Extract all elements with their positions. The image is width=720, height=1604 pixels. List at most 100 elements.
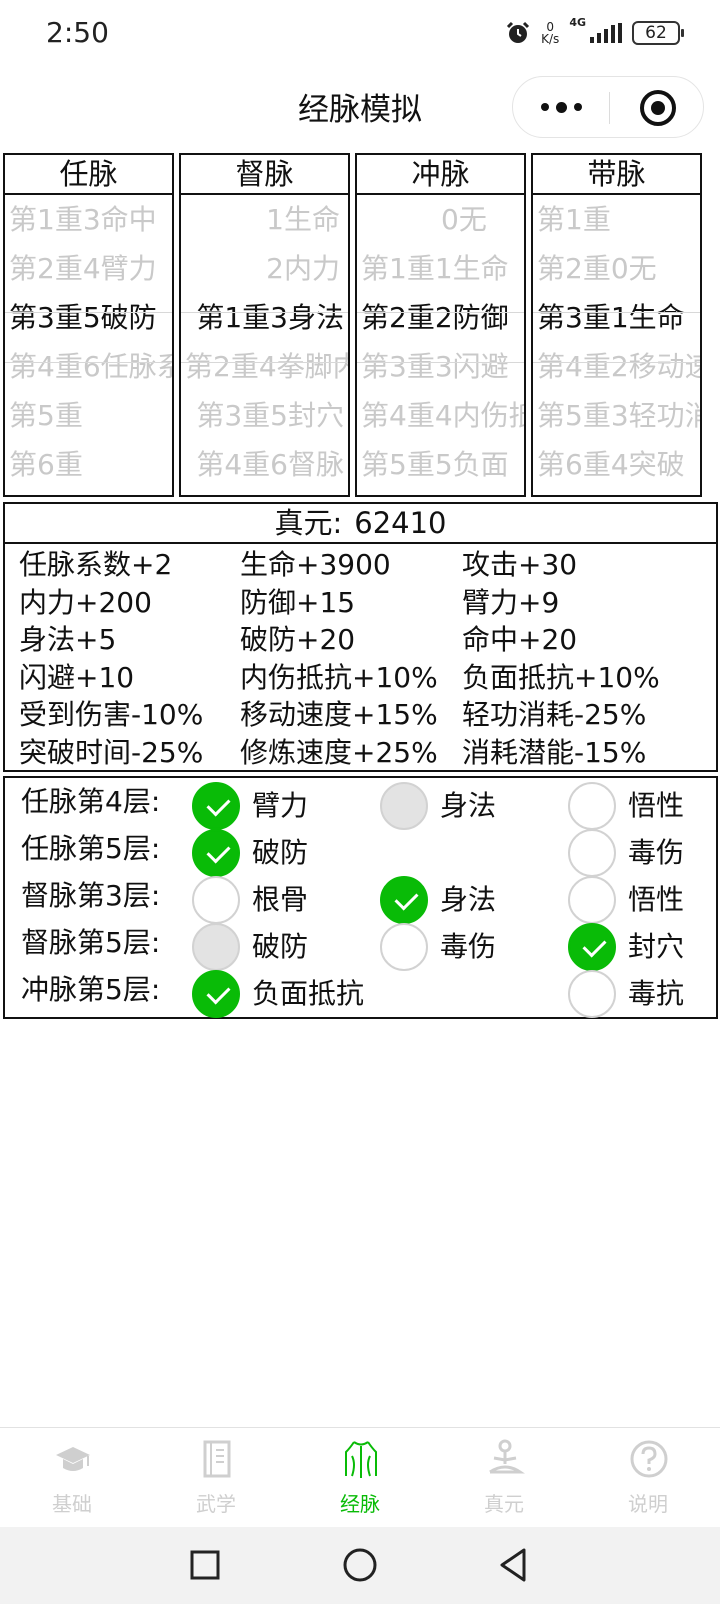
radio-circle-icon[interactable] [568,876,616,924]
checked-circle-icon[interactable] [192,970,240,1018]
radio-circle-icon[interactable] [192,876,240,924]
picker-option[interactable]: 第2重 0无 [533,244,700,293]
back-icon[interactable] [492,1543,536,1587]
checked-circle-icon[interactable] [568,923,616,971]
radio-circle-icon [380,782,428,830]
picker-attribute: 3轻功消耗 [610,399,700,432]
tab-1[interactable]: 基础 [0,1428,144,1528]
picker-level: 第2重 [9,252,83,285]
stat-item: 内伤抵抗+10% [240,660,438,694]
picker-wheel[interactable]: 第1重 3命中第2重 4臂力第3重 5破防第4重 6任脉系数第5重 第6重 [5,195,172,495]
picker-attribute: 0无 [610,252,657,285]
stat-item: 移动速度+15% [240,698,438,731]
stat-item: 消耗潜能-15% [462,735,647,769]
picker-option[interactable]: 第4重 6任脉系数 [5,342,172,391]
stat-item: 命中+20 [462,623,578,656]
picker-option[interactable]: 第1重 1生命 [357,244,524,293]
picker-attribute: 3命中 [82,203,157,236]
picker-option[interactable]: 第1重 [533,195,700,244]
picker-row-selected[interactable]: 第2重 2防御 [357,293,524,342]
picker-title: 冲脉 [357,155,524,195]
picker-row-selected[interactable]: 第3重 1生命 [533,293,700,342]
stat-item: 内力+200 [19,585,152,619]
radio-circle-icon[interactable] [568,970,616,1018]
meridian-picker-4[interactable]: 带脉第1重 第2重 0无第3重 1生命第4重 2移动速度第5重 3轻功消耗第6重… [531,153,702,497]
picker-wheel[interactable]: 1生命 2内力第1重 3身法第2重 4拳脚内伤第3重 5封穴第4重 6督脉 [181,195,348,495]
layer-option-row: 冲脉第5层: 负面抵抗 毒抗 [5,970,716,1018]
picker-wheel[interactable]: 0无第1重 1生命第2重 2防御第3重 3闪避第4重 4内伤抵抗第5重 5负面 [357,195,524,495]
picker-option[interactable]: 0无 [357,195,524,244]
tab-3[interactable]: 经脉 [288,1428,432,1528]
picker-option[interactable]: 第5重 5负面 [357,440,524,489]
picker-option[interactable]: 第6重 4突破 [533,440,700,489]
meridian-picker-3[interactable]: 冲脉0无第1重 1生命第2重 2防御第3重 3闪避第4重 4内伤抵抗第5重 5负… [355,153,526,497]
checked-circle-icon[interactable] [192,782,240,830]
picker-option[interactable]: 第3重 3闪避 [357,342,524,391]
zhenyuan-panel: 真元: 62410 任脉系数+2 生命+3900 攻击+30 内力+200 防御+15 臂力… [3,502,718,772]
tab-label: 武学 [196,1492,236,1516]
picker-option[interactable]: 第5重 3轻功消耗 [533,391,700,440]
graduation-cap-icon [56,1447,90,1471]
selection-line-bottom [357,362,524,363]
picker-attribute: 5负面 [434,448,509,481]
meridian-picker-1[interactable]: 任脉第1重 3命中第2重 4臂力第3重 5破防第4重 6任脉系数第5重 第6重 [3,153,174,497]
stat-item: 攻击+30 [462,548,578,581]
option-label: 身法 [440,789,497,822]
picker-option[interactable]: 第4重 4内伤抵抗 [357,391,524,440]
picker-row-selected[interactable]: 第1重 3身法 [181,293,348,342]
option-label: 封穴 [628,930,685,963]
picker-level: 第3重 [9,301,83,334]
radio-circle-icon[interactable] [568,782,616,830]
tab-2[interactable]: 武学 [144,1428,288,1528]
picker-option[interactable]: 1生命 [181,195,348,244]
picker-row-selected[interactable]: 第3重 5破防 [5,293,172,342]
picker-title: 督脉 [181,155,348,195]
book-icon [203,1440,231,1478]
bottom-tab-bar: 基础 武学 经脉 真元 说明 [0,1427,720,1527]
tab-4[interactable]: 真元 [432,1428,576,1528]
picker-option[interactable]: 2内力 [181,244,348,293]
picker-option[interactable]: 第6重 [5,440,172,489]
picker-option[interactable]: 第2重 4臂力 [5,244,172,293]
layer-option-row: 任脉第5层: 破防 毒伤 [5,829,716,877]
capsule-divider [609,92,610,124]
picker-attribute: 6任脉系数 [82,350,172,383]
picker-level: 第4重 [9,350,83,383]
option-label: 臂力 [252,789,309,822]
picker-attribute: 2内力 [266,252,340,285]
layer-option-row: 督脉第3层: 根骨 身法 悟性 [5,876,716,924]
target-circle-icon[interactable] [640,90,676,126]
more-dots-icon[interactable] [513,77,609,137]
stat-item: 生命+3900 [240,548,391,581]
picker-option[interactable]: 第3重 5封穴 [181,391,348,440]
stat-item: 突破时间-25% [19,735,204,769]
picker-option[interactable]: 第2重 4拳脚内伤 [181,342,348,391]
picker-option[interactable]: 第4重 6督脉 [181,440,348,489]
layer-label: 任脉第5层: [21,832,161,865]
option-label: 悟性 [628,883,685,916]
picker-option[interactable]: 第5重 [5,391,172,440]
home-icon[interactable] [338,1543,382,1587]
layer-option-row: 任脉第4层: 臂力 身法 悟性 [5,782,716,830]
picker-option[interactable]: 第4重 2移动速度 [533,342,700,391]
meditation-icon [489,1439,525,1474]
picker-level: 第6重 [537,448,611,481]
meridian-picker-2[interactable]: 督脉 1生命 2内力第1重 3身法第2重 4拳脚内伤第3重 5封穴第4重 6督脉 [179,153,350,497]
picker-title: 带脉 [533,155,700,195]
tab-5[interactable]: 说明 [576,1428,720,1528]
radio-circle-icon[interactable] [380,923,428,971]
selection-line-top [357,312,524,313]
picker-level: 第5重 [537,399,611,432]
selection-line-top [533,312,700,313]
stat-item: 臂力+9 [462,585,560,619]
checked-circle-icon[interactable] [192,829,240,877]
stat-item: 任脉系数+2 [19,548,173,581]
recent-apps-icon[interactable] [183,1543,227,1587]
stat-item: 破防+20 [240,623,356,656]
option-label: 毒伤 [628,836,685,869]
checked-circle-icon[interactable] [380,876,428,924]
picker-level: 第5重 [9,399,83,432]
radio-circle-icon[interactable] [568,829,616,877]
picker-wheel[interactable]: 第1重 第2重 0无第3重 1生命第4重 2移动速度第5重 3轻功消耗第6重 4… [533,195,700,495]
picker-option[interactable]: 第1重 3命中 [5,195,172,244]
